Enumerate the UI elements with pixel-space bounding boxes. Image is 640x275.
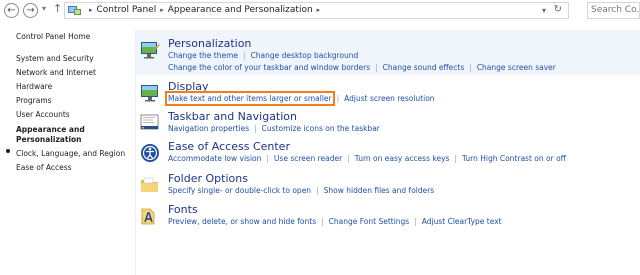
- refresh-icon[interactable]: ↻: [554, 4, 562, 15]
- link-navigation-properties[interactable]: Navigation properties: [168, 124, 249, 133]
- sidebar-item-system-security[interactable]: System and Security: [16, 54, 94, 63]
- link-high-contrast[interactable]: Turn High Contrast on or off: [462, 154, 566, 163]
- category-links: Navigation properties | Customize icons on…: [168, 124, 380, 133]
- link-show-hidden-files[interactable]: Show hidden files and folders: [324, 186, 435, 195]
- chevron-down-icon[interactable]: ▾: [42, 4, 46, 13]
- category-title[interactable]: Folder Options: [168, 172, 248, 185]
- fonts-icon[interactable]: [140, 206, 160, 226]
- link-make-text-larger[interactable]: Make text and other items larger or smal…: [165, 91, 335, 106]
- back-arrow-icon[interactable]: ←: [4, 3, 19, 18]
- category-title[interactable]: Fonts: [168, 203, 198, 216]
- category-title[interactable]: Taskbar and Navigation: [168, 110, 297, 123]
- category-links: Specify single- or double-click to open |…: [168, 186, 435, 195]
- link-adjust-cleartype[interactable]: Adjust ClearType text: [422, 217, 502, 226]
- link-adjust-screen-resolution[interactable]: Adjust screen resolution: [344, 94, 434, 103]
- link-accommodate-low-vision[interactable]: Accommodate low vision: [168, 154, 261, 163]
- link-change-screen-saver[interactable]: Change screen saver: [477, 63, 556, 72]
- link-change-desktop-background[interactable]: Change desktop background: [251, 51, 359, 60]
- link-single-double-click[interactable]: Specify single- or double-click to open: [168, 186, 311, 195]
- sidebar-item-hardware[interactable]: Hardware: [16, 82, 52, 91]
- address-dropdown-icon[interactable]: ▾: [542, 6, 546, 15]
- link-use-screen-reader[interactable]: Use screen reader: [274, 154, 342, 163]
- sidebar-item-personalization: Personalization: [16, 135, 82, 144]
- link-easy-access-keys[interactable]: Turn on easy access keys: [355, 154, 450, 163]
- control-panel-icon: [68, 6, 81, 15]
- link-preview-delete-fonts[interactable]: Preview, delete, or show and hide fonts: [168, 217, 316, 226]
- breadcrumb-separator[interactable]: ▸: [317, 6, 321, 14]
- display-icon[interactable]: [140, 83, 160, 103]
- sidebar: Control Panel Home System and Security N…: [0, 22, 130, 275]
- category-links: Accommodate low vision | Use screen reader…: [168, 154, 566, 163]
- sidebar-item-network-internet[interactable]: Network and Internet: [16, 68, 96, 77]
- breadcrumb-separator: ▸: [89, 6, 93, 14]
- sidebar-item-clock-language-region[interactable]: Clock, Language, and Region: [16, 149, 125, 158]
- sidebar-item-control-panel-home[interactable]: Control Panel Home: [16, 32, 90, 41]
- folder-icon[interactable]: [140, 175, 160, 195]
- category-links: Change the color of your taskbar and win…: [168, 63, 556, 72]
- link-change-font-settings[interactable]: Change Font Settings: [329, 217, 410, 226]
- current-item-bullet: [6, 149, 10, 153]
- address-bar[interactable]: ▸ Control Panel ▸ Appearance and Personaliz…: [64, 2, 569, 19]
- ease-of-access-icon[interactable]: [140, 143, 160, 163]
- up-arrow-icon[interactable]: ↑: [53, 2, 62, 15]
- breadcrumb: ▸ Control Panel ▸ Appearance and Personaliz…: [85, 5, 324, 15]
- breadcrumb-separator[interactable]: ▸: [160, 6, 164, 14]
- sidebar-item-ease-of-access[interactable]: Ease of Access: [16, 163, 72, 172]
- personalization-icon[interactable]: [140, 40, 160, 60]
- sidebar-item-user-accounts[interactable]: User Accounts: [16, 110, 70, 119]
- sidebar-item-appearance: Appearance and: [16, 125, 85, 134]
- search-input[interactable]: Search Co...: [587, 2, 640, 19]
- navigation-toolbar: ← → ▾ ↑ ▸ Control Panel ▸ Appearance and Pe…: [0, 0, 640, 22]
- link-change-sound-effects[interactable]: Change sound effects: [383, 63, 465, 72]
- category-links: Preview, delete, or show and hide fonts |…: [168, 217, 502, 226]
- category-title[interactable]: Ease of Access Center: [168, 140, 290, 153]
- category-links: Make text and other items larger or smal…: [165, 91, 435, 106]
- breadcrumb-appearance-personalization[interactable]: Appearance and Personalization: [168, 5, 313, 15]
- category-title[interactable]: Personalization: [168, 37, 251, 50]
- taskbar-icon[interactable]: [140, 113, 160, 133]
- link-customize-taskbar-icons[interactable]: Customize icons on the taskbar: [262, 124, 380, 133]
- sidebar-item-programs[interactable]: Programs: [16, 96, 52, 105]
- link-change-taskbar-color[interactable]: Change the color of your taskbar and win…: [168, 63, 370, 72]
- category-list: Personalization Change the theme | Change …: [135, 30, 640, 275]
- breadcrumb-control-panel[interactable]: Control Panel: [97, 5, 157, 15]
- category-title[interactable]: Display: [168, 80, 209, 93]
- link-change-theme[interactable]: Change the theme: [168, 51, 238, 60]
- forward-arrow-icon[interactable]: →: [23, 3, 38, 18]
- category-links: Change the theme | Change desktop backgrou…: [168, 51, 359, 60]
